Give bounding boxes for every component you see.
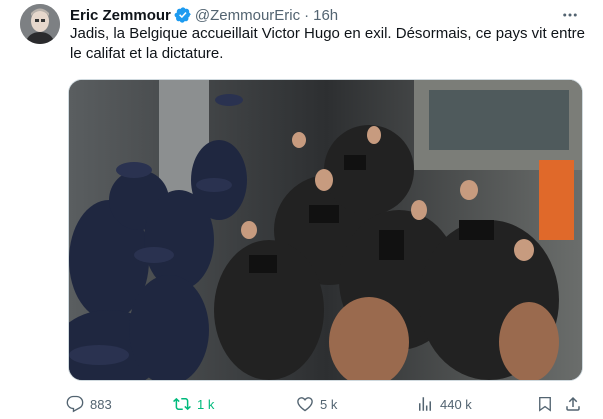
verified-icon bbox=[174, 6, 192, 24]
tweet[interactable]: Eric Zemmour @ZemmourEric · 16h Jadis, l… bbox=[0, 0, 603, 419]
author-handle[interactable]: @ZemmourEric bbox=[195, 7, 300, 24]
share-button[interactable] bbox=[564, 395, 588, 413]
repost-count: 1 k bbox=[197, 396, 215, 412]
repost-button[interactable]: 1 k bbox=[173, 395, 214, 413]
like-icon bbox=[297, 397, 313, 412]
views-icon bbox=[419, 397, 431, 411]
bookmark-icon bbox=[539, 396, 551, 412]
reply-count: 883 bbox=[90, 396, 112, 412]
tweet-actions: 883 1 k 5 k 440 k bbox=[66, 394, 586, 414]
tweet-photo[interactable] bbox=[68, 79, 583, 381]
tweet-header: Eric Zemmour @ZemmourEric · 16h bbox=[70, 5, 563, 25]
like-button[interactable]: 5 k bbox=[296, 395, 337, 413]
share-icon bbox=[566, 396, 580, 411]
view-count: 440 k bbox=[440, 396, 472, 412]
separator-dot: · bbox=[304, 6, 310, 24]
avatar[interactable] bbox=[20, 4, 60, 44]
more-icon[interactable] bbox=[559, 4, 581, 26]
reply-icon bbox=[66, 395, 84, 413]
tweet-text: Jadis, la Belgique accueillait Victor Hu… bbox=[70, 25, 585, 62]
author-name[interactable]: Eric Zemmour bbox=[70, 7, 171, 24]
like-count: 5 k bbox=[320, 396, 338, 412]
reply-button[interactable]: 883 bbox=[66, 395, 112, 413]
bookmark-button[interactable] bbox=[536, 395, 560, 413]
views-button[interactable]: 440 k bbox=[416, 395, 472, 413]
timestamp[interactable]: 16h bbox=[313, 7, 338, 24]
repost-icon bbox=[173, 397, 191, 411]
